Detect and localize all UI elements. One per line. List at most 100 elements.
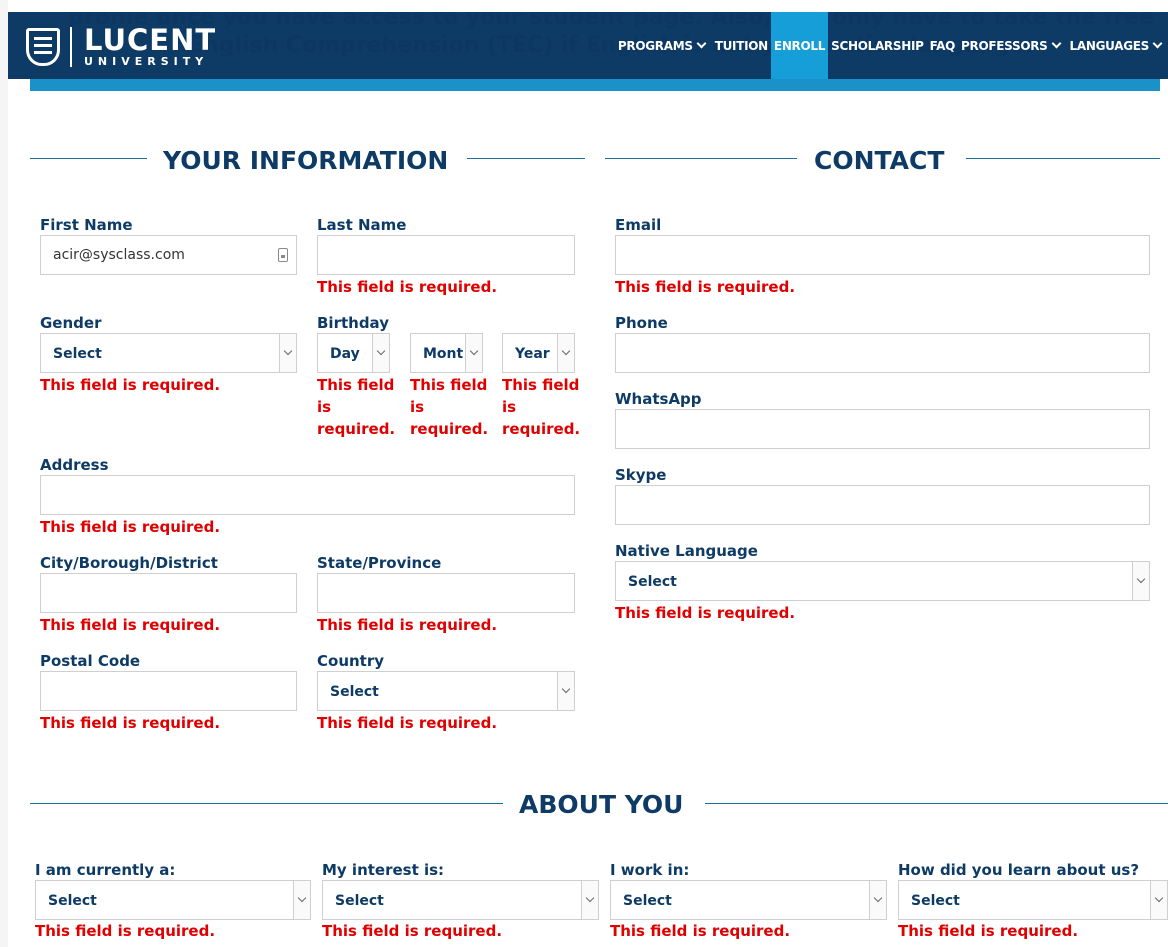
- nav-tuition[interactable]: TUITION: [712, 12, 771, 79]
- native-language-selected: Select: [628, 574, 677, 590]
- chevron-down-icon: [372, 334, 389, 372]
- contact-card-icon[interactable]: [278, 248, 288, 262]
- birthday-day-selected: Day: [330, 346, 360, 362]
- currently-error: This field is required.: [35, 922, 216, 940]
- email-error: This field is required.: [615, 278, 796, 296]
- page: profile once you have access to your stu…: [0, 0, 1168, 947]
- postal-code-error: This field is required.: [40, 714, 221, 732]
- first-name-label: First Name: [40, 216, 133, 234]
- birthday-year-error: This field is required.: [502, 376, 581, 438]
- first-name-value: acir@sysclass.com: [53, 247, 185, 263]
- learn-error: This field is required.: [898, 922, 1079, 940]
- currently-label: I am currently a:: [35, 861, 176, 879]
- divider-line: [705, 803, 1168, 804]
- chevron-down-icon: [557, 672, 574, 710]
- nav-enroll[interactable]: ENROLL: [770, 12, 829, 79]
- site-header: profile once you have access to your stu…: [8, 12, 1168, 79]
- currently-select[interactable]: Select: [35, 880, 311, 920]
- birthday-day-select[interactable]: Day: [317, 333, 390, 373]
- state-label: State/Province: [317, 554, 442, 572]
- divider-line: [30, 158, 147, 159]
- university-logo[interactable]: LUCENT UNIVERSITY: [26, 26, 216, 68]
- country-selected: Select: [330, 684, 379, 700]
- nav-faq[interactable]: FAQ: [927, 12, 958, 79]
- birthday-month-select[interactable]: Month: [410, 333, 483, 373]
- work-label: I work in:: [610, 861, 690, 879]
- whatsapp-label: WhatsApp: [615, 390, 702, 408]
- chevron-down-icon: [465, 334, 482, 372]
- state-input[interactable]: [317, 573, 575, 613]
- logo-name: LUCENT: [84, 23, 217, 57]
- postal-code-input[interactable]: [40, 671, 297, 711]
- nav-tuition-label: TUITION: [714, 38, 769, 53]
- birthday-day-error: This field is required.: [317, 376, 396, 438]
- birthday-year-select[interactable]: Year: [502, 333, 575, 373]
- divider-line: [605, 158, 797, 159]
- work-select[interactable]: Select: [610, 880, 887, 920]
- gender-label: Gender: [40, 314, 102, 332]
- email-label: Email: [615, 216, 662, 234]
- chevron-down-icon: [557, 334, 574, 372]
- nav-languages[interactable]: LANGUAGES: [1067, 12, 1168, 79]
- native-language-error: This field is required.: [615, 604, 796, 622]
- nav-faq-label: FAQ: [929, 38, 956, 53]
- gender-error: This field is required.: [40, 376, 221, 394]
- divider-line: [467, 158, 585, 159]
- chevron-down-icon: [1051, 38, 1061, 49]
- last-name-input[interactable]: [317, 235, 575, 275]
- chevron-down-icon: [869, 881, 886, 919]
- section-title-contact: CONTACT: [814, 146, 945, 175]
- nav-scholarship[interactable]: SCHOLARSHIP: [828, 12, 927, 79]
- city-input[interactable]: [40, 573, 297, 613]
- address-input[interactable]: [40, 475, 575, 515]
- divider-line: [966, 158, 1160, 159]
- interest-error: This field is required.: [322, 922, 503, 940]
- state-error: This field is required.: [317, 616, 498, 634]
- address-label: Address: [40, 456, 109, 474]
- first-name-input[interactable]: acir@sysclass.com: [40, 235, 297, 275]
- birthday-month-error: This field is required.: [410, 376, 489, 438]
- logo-divider: [70, 27, 72, 67]
- country-error: This field is required.: [317, 714, 498, 732]
- address-error: This field is required.: [40, 518, 221, 536]
- interest-select[interactable]: Select: [322, 880, 599, 920]
- phone-label: Phone: [615, 314, 668, 332]
- city-error: This field is required.: [40, 616, 221, 634]
- nav-professors-label: PROFESSORS: [961, 38, 1048, 53]
- native-language-label: Native Language: [615, 542, 758, 560]
- native-language-select[interactable]: Select: [615, 561, 1150, 601]
- chevron-down-icon: [293, 881, 310, 919]
- birthday-label: Birthday: [317, 314, 389, 332]
- email-input[interactable]: [615, 235, 1150, 275]
- currently-selected: Select: [48, 893, 97, 909]
- last-name-error: This field is required.: [317, 278, 498, 296]
- last-name-label: Last Name: [317, 216, 407, 234]
- nav-enroll-label: ENROLL: [773, 38, 826, 53]
- chevron-down-icon: [696, 38, 707, 49]
- birthday-year-selected: Year: [515, 346, 550, 362]
- section-title-about-you: ABOUT YOU: [519, 790, 684, 819]
- chevron-down-icon: [1132, 562, 1149, 600]
- logo-subtitle: UNIVERSITY: [84, 55, 209, 68]
- city-label: City/Borough/District: [40, 554, 218, 572]
- learn-select[interactable]: Select: [898, 880, 1168, 920]
- nav-programs[interactable]: PROGRAMS: [615, 12, 712, 79]
- phone-input[interactable]: [615, 333, 1150, 373]
- skype-input[interactable]: [615, 485, 1150, 525]
- divider-line: [30, 803, 503, 804]
- country-select[interactable]: Select: [317, 671, 575, 711]
- postal-code-label: Postal Code: [40, 652, 141, 670]
- nav-languages-label: LANGUAGES: [1069, 38, 1150, 53]
- section-title-your-information: YOUR INFORMATION: [163, 146, 449, 175]
- learn-label: How did you learn about us?: [898, 861, 1140, 879]
- interest-selected: Select: [335, 893, 384, 909]
- nav-professors[interactable]: PROFESSORS: [958, 12, 1066, 79]
- skype-label: Skype: [615, 466, 667, 484]
- learn-selected: Select: [911, 893, 960, 909]
- chevron-down-icon: [1150, 881, 1167, 919]
- interest-label: My interest is:: [322, 861, 445, 879]
- work-selected: Select: [623, 893, 672, 909]
- gender-select[interactable]: Select: [40, 333, 297, 373]
- whatsapp-input[interactable]: [615, 409, 1150, 449]
- chevron-down-icon: [1152, 38, 1163, 49]
